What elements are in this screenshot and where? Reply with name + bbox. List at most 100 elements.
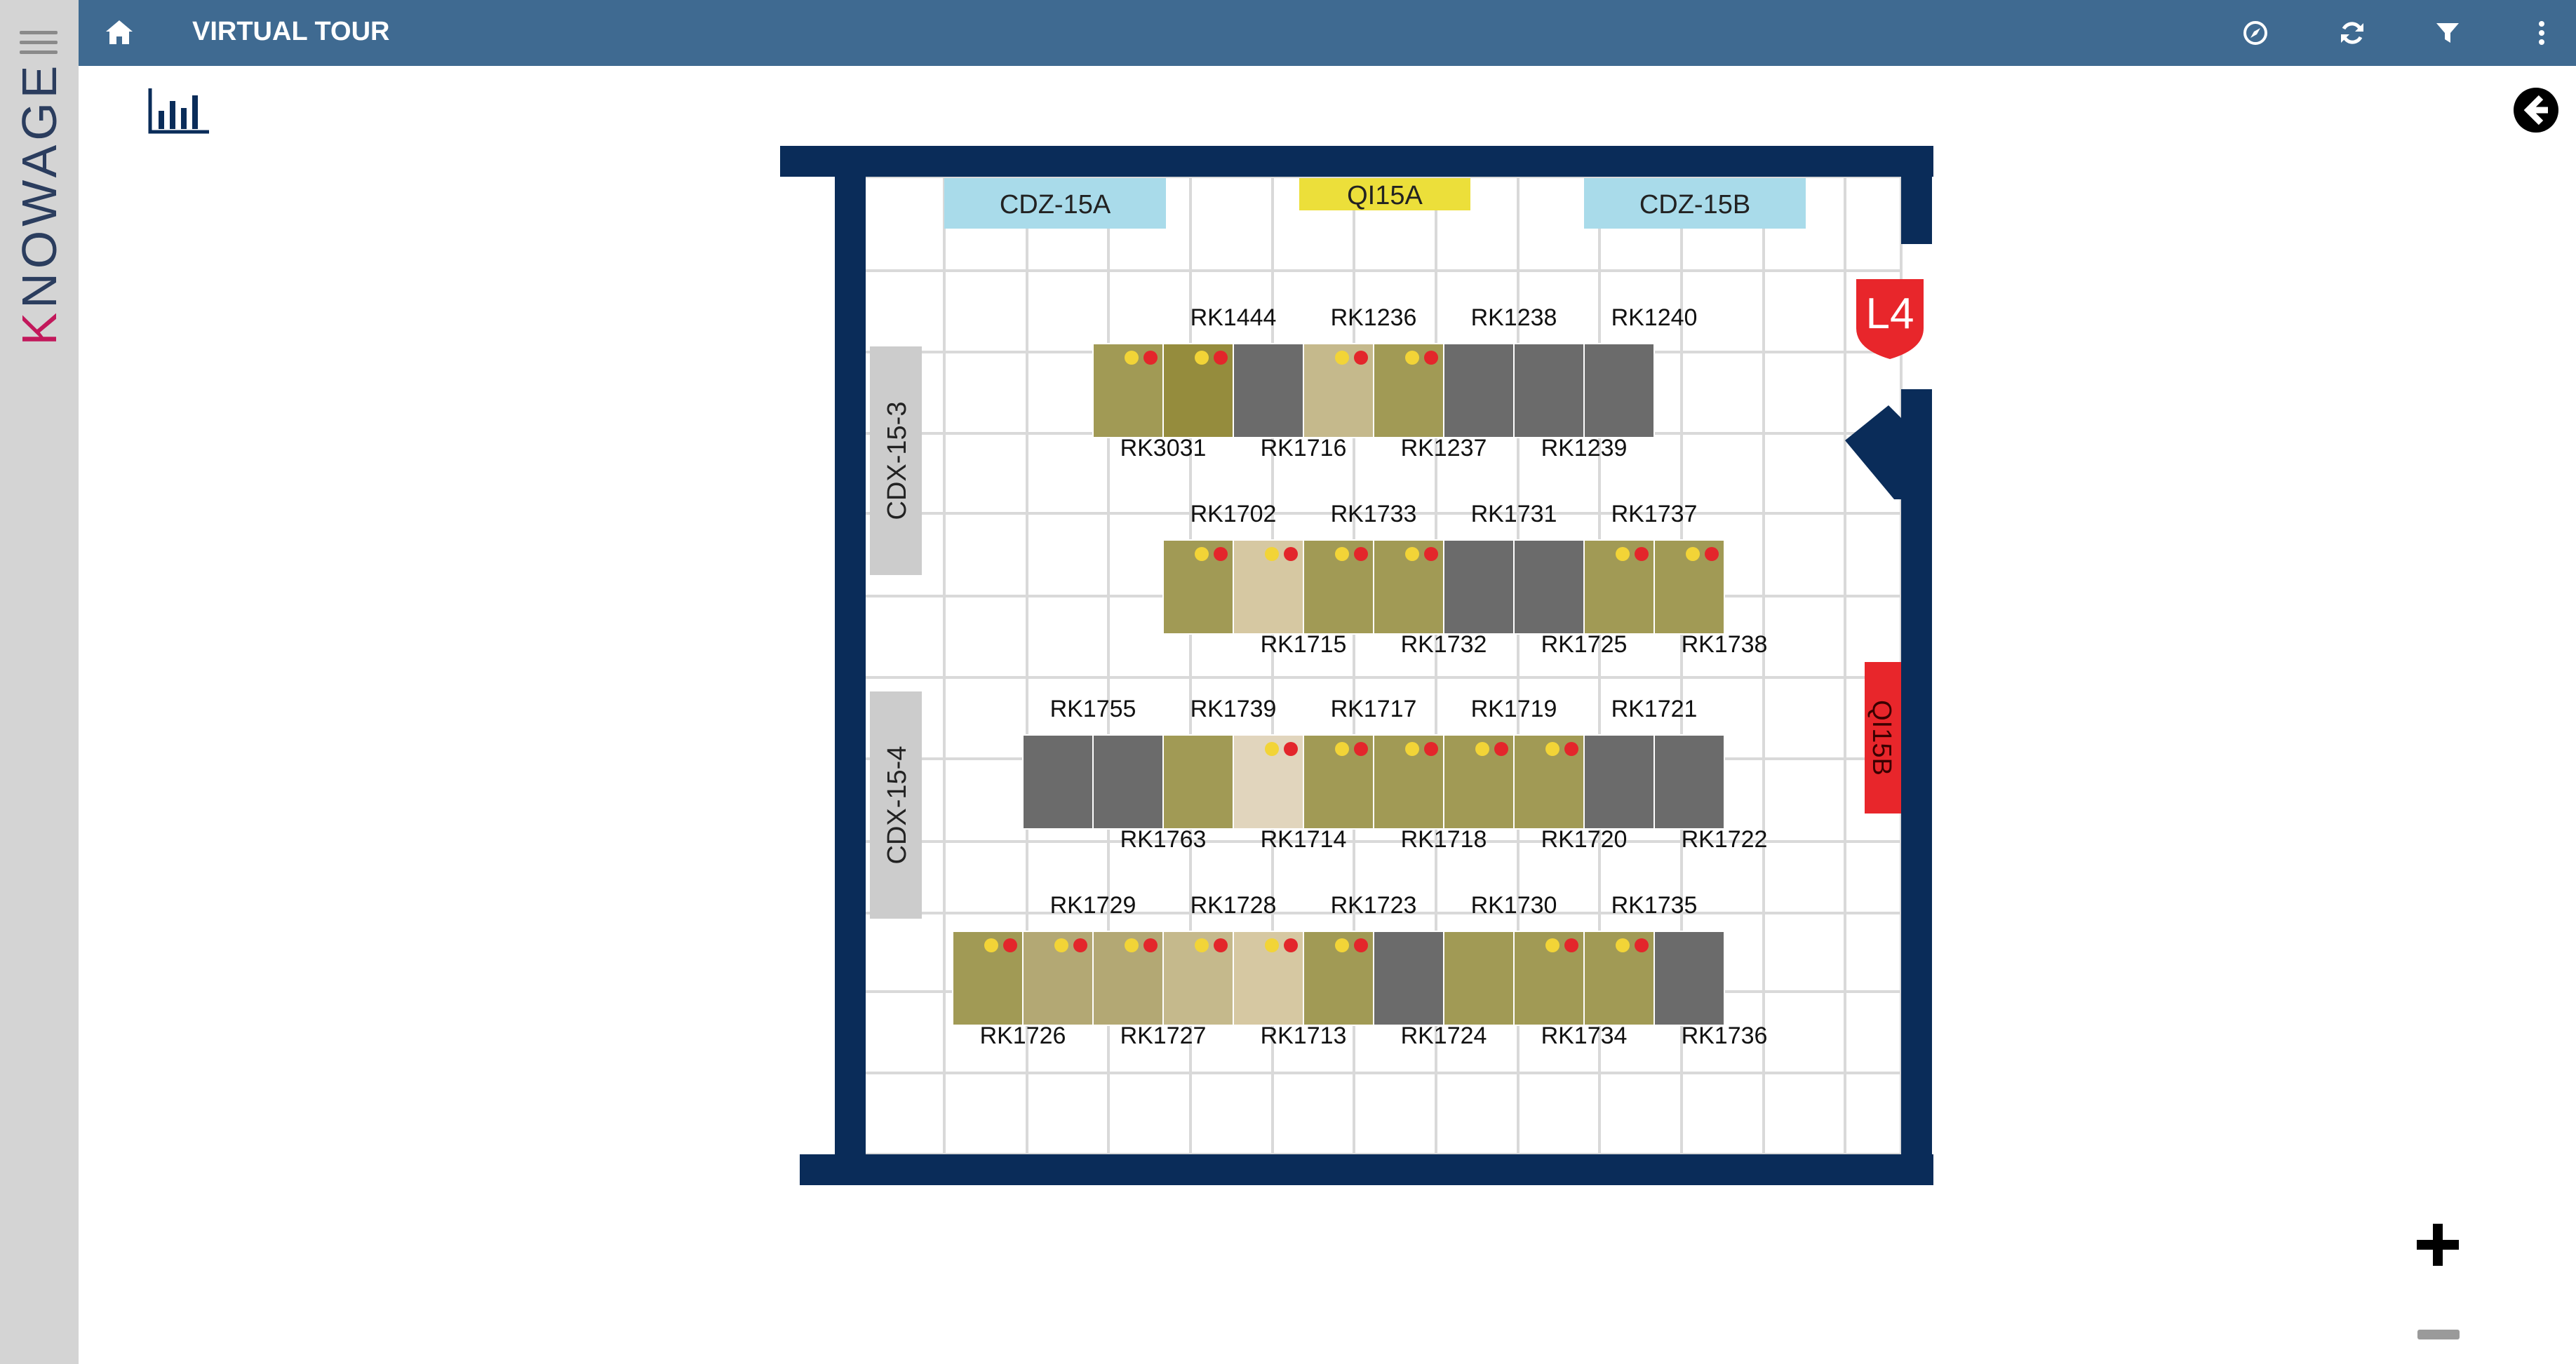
status-dot-red — [1003, 938, 1017, 952]
level-badge: L4 — [1856, 279, 1924, 359]
rack[interactable] — [1443, 931, 1515, 1026]
rack[interactable] — [1022, 734, 1094, 830]
status-dot-yellow — [1335, 742, 1349, 756]
zone-z3[interactable]: CDZ-15B — [1584, 178, 1806, 229]
rack-label: RK1732 — [1401, 631, 1487, 658]
rack-label: RK1717 — [1331, 696, 1417, 722]
rack-label: RK1713 — [1261, 1022, 1347, 1049]
rack-label: RK1722 — [1682, 826, 1768, 853]
status-dot-yellow — [1616, 938, 1630, 952]
rack-label: RK1731 — [1471, 501, 1557, 527]
status-dot-red — [1073, 938, 1087, 952]
rack[interactable] — [1513, 539, 1585, 635]
rack-label: RK1737 — [1611, 501, 1698, 527]
zone-label: CDX-15-4 — [883, 746, 912, 865]
status-dot-red — [1214, 351, 1228, 365]
status-dot-red — [1284, 742, 1298, 756]
rack-label: RK1240 — [1611, 304, 1698, 331]
rack[interactable] — [1162, 734, 1234, 830]
status-dot-red — [1284, 938, 1298, 952]
level-badge-label: L4 — [1866, 290, 1914, 338]
zone-z6[interactable]: QI15B — [1865, 662, 1901, 813]
minus-icon[interactable] — [2417, 1330, 2460, 1339]
rack-row: RK1729 RK1728 RK1723 RK1730 RK1735 RK1726 RK17… — [952, 892, 1768, 1049]
status-dot-yellow — [1405, 351, 1419, 365]
rack-label: RK1729 — [1050, 892, 1136, 919]
rack[interactable] — [1653, 931, 1725, 1026]
rack-label: RK1444 — [1190, 304, 1277, 331]
rack-label: RK1716 — [1261, 435, 1347, 461]
zone-z5[interactable]: CDX-15-4 — [870, 691, 922, 919]
rack[interactable] — [1373, 931, 1444, 1026]
rack-label: RK1733 — [1331, 501, 1417, 527]
status-dot-red — [1354, 938, 1368, 952]
rack-label: RK1720 — [1541, 826, 1628, 853]
status-dot-yellow — [1335, 547, 1349, 561]
status-dot-yellow — [1195, 938, 1209, 952]
status-dot-red — [1143, 938, 1158, 952]
status-dot-red — [1635, 547, 1649, 561]
status-dot-yellow — [1265, 938, 1279, 952]
rack-label: RK1734 — [1541, 1022, 1628, 1049]
rack-label: RK1726 — [980, 1022, 1066, 1049]
status-dot-yellow — [1195, 351, 1209, 365]
status-dot-red — [1214, 938, 1228, 952]
status-dot-yellow — [1405, 547, 1419, 561]
rack-label: RK1721 — [1611, 696, 1698, 722]
rack-label: RK1239 — [1541, 435, 1628, 461]
rack-label: RK1719 — [1471, 696, 1557, 722]
rack[interactable] — [1583, 734, 1655, 830]
rack-label: RK1725 — [1541, 631, 1628, 658]
rack[interactable] — [1513, 343, 1585, 438]
rack-row: RK1755 RK1739 RK1717 RK1719 RK1721 RK1763 RK17… — [1022, 696, 1768, 853]
status-dot-red — [1424, 547, 1438, 561]
rack-label: RK1718 — [1401, 826, 1487, 853]
status-dot-yellow — [984, 938, 998, 952]
rack-label: RK1724 — [1401, 1022, 1487, 1049]
rack-label: RK1736 — [1682, 1022, 1768, 1049]
status-dot-red — [1354, 351, 1368, 365]
rack-label: RK1728 — [1190, 892, 1277, 919]
zone-label: CDZ-15A — [1000, 190, 1111, 220]
zone-z2[interactable]: QI15A — [1299, 178, 1470, 210]
rack-label: RK1727 — [1120, 1022, 1207, 1049]
rack[interactable] — [1092, 734, 1164, 830]
rack[interactable] — [1443, 539, 1515, 635]
status-dot-yellow — [1335, 351, 1349, 365]
zone-z4[interactable]: CDX-15-3 — [870, 346, 922, 575]
rack[interactable] — [1233, 343, 1304, 438]
status-dot-yellow — [1475, 742, 1489, 756]
rack-label: RK1755 — [1050, 696, 1136, 722]
rack[interactable] — [1653, 734, 1725, 830]
rack-label: RK1738 — [1682, 631, 1768, 658]
status-dot-red — [1494, 742, 1508, 756]
status-dot-yellow — [1616, 547, 1630, 561]
status-dot-red — [1564, 938, 1578, 952]
floor-plan: CDZ-15A QI15A CDZ-15B CDX-15-3 CDX-15-4 QI15B… — [780, 146, 1933, 1185]
rack-label: RK1723 — [1331, 892, 1417, 919]
rack-label: RK1238 — [1471, 304, 1557, 331]
status-dot-yellow — [1545, 938, 1559, 952]
rack-label: RK1702 — [1190, 501, 1277, 527]
rack-label: RK1714 — [1261, 826, 1347, 853]
rack[interactable] — [1583, 343, 1655, 438]
status-dot-red — [1705, 547, 1719, 561]
status-dot-red — [1143, 351, 1158, 365]
rack-label: RK1739 — [1190, 696, 1277, 722]
plus-icon[interactable] — [2413, 1220, 2462, 1269]
status-dot-red — [1214, 547, 1228, 561]
rack-label: RK1730 — [1471, 892, 1557, 919]
rack-label: RK3031 — [1120, 435, 1207, 461]
rack[interactable] — [1443, 343, 1515, 438]
status-dot-yellow — [1125, 938, 1139, 952]
rack-label: RK1763 — [1120, 826, 1207, 853]
rack-label: RK1735 — [1611, 892, 1698, 919]
status-dot-yellow — [1265, 547, 1279, 561]
status-dot-yellow — [1335, 938, 1349, 952]
rack-label: RK1237 — [1401, 435, 1487, 461]
rack-label: RK1715 — [1261, 631, 1347, 658]
status-dot-yellow — [1686, 547, 1700, 561]
status-dot-yellow — [1195, 547, 1209, 561]
status-dot-yellow — [1405, 742, 1419, 756]
zone-z1[interactable]: CDZ-15A — [944, 178, 1166, 229]
